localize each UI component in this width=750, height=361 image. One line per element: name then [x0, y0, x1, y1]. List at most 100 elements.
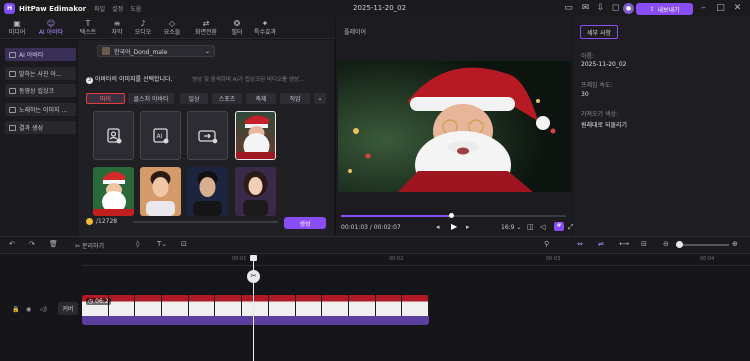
- credits-display: /12728: [86, 218, 117, 225]
- effects-icon: ✦: [261, 19, 269, 28]
- avatar-woman[interactable]: [235, 167, 276, 216]
- speaker-icon[interactable]: ◁): [40, 306, 47, 313]
- video-preview[interactable]: [338, 61, 571, 192]
- prev-frame-icon[interactable]: ◂: [436, 223, 440, 231]
- filter-custom[interactable]: 클스처 아바타: [128, 93, 174, 104]
- zoom-out-icon[interactable]: ⊖: [663, 240, 669, 248]
- maximize-icon[interactable]: □: [715, 3, 726, 14]
- clip-thumbnails: [82, 295, 429, 316]
- playback-scrubber-handle[interactable]: [448, 213, 454, 218]
- app-name: HitPaw Edimakor: [19, 4, 87, 13]
- avatar-man-smiling[interactable]: [140, 167, 181, 216]
- aspect-ratio-select[interactable]: 16:9 ⌄: [501, 224, 521, 231]
- shield-icon[interactable]: ◊: [136, 240, 139, 248]
- sidebar-item-singing-image[interactable]: 노래하는 이미지 …: [5, 103, 76, 116]
- filter-job[interactable]: 직업: [280, 93, 310, 104]
- split-button[interactable]: ✂ 분리하기: [75, 241, 104, 250]
- playhead-handle[interactable]: [250, 255, 257, 261]
- panel-divider: [133, 221, 278, 223]
- ruler-tick: 00:04: [700, 256, 715, 262]
- tab-audio[interactable]: ♪ 오디오: [128, 19, 158, 37]
- clip-frame: [135, 295, 163, 316]
- text-tool-icon[interactable]: T⌄: [157, 240, 167, 248]
- clock-icon: ◷: [88, 298, 94, 305]
- close-icon[interactable]: ✕: [732, 3, 743, 14]
- color-value[interactable]: 원래대로 되돌리기: [581, 120, 627, 129]
- tab-ai-avatar[interactable]: ☺ AI 아바타: [36, 19, 66, 37]
- tab-details[interactable]: 세부 사항: [580, 25, 618, 39]
- snapshot-icon[interactable]: ◫: [527, 223, 534, 231]
- message-icon[interactable]: ✉: [580, 3, 591, 14]
- clip-frame: [375, 295, 403, 316]
- avatar-santa-selected[interactable]: [235, 111, 276, 160]
- undo-icon[interactable]: ↶: [9, 240, 15, 248]
- filter-daily[interactable]: 일상: [180, 93, 208, 104]
- next-frame-icon[interactable]: ▸: [466, 223, 470, 231]
- menu-help[interactable]: 도움: [130, 4, 141, 13]
- avatar-santa-cartoon[interactable]: [93, 167, 134, 216]
- link-track-icon[interactable]: ⇔: [577, 240, 583, 248]
- play-icon[interactable]: ▶: [451, 222, 457, 231]
- avatar-icon: [9, 51, 16, 58]
- sidebar-item-ai-avatar[interactable]: AI 아바타: [5, 48, 76, 61]
- filter-more-chevron-icon[interactable]: ⌄: [314, 93, 326, 104]
- delete-icon[interactable]: 🗑: [49, 240, 58, 248]
- clip-duration: ◷ 06:2: [86, 298, 111, 305]
- download-icon[interactable]: ⇩: [595, 3, 606, 14]
- sidebar-item-results[interactable]: 결과 생성: [5, 121, 76, 134]
- credits-value: /12728: [96, 218, 118, 225]
- magnet-icon[interactable]: ⇌: [598, 240, 604, 248]
- export-button[interactable]: ⇧ 내보내기: [636, 3, 693, 15]
- tab-filter[interactable]: ❂ 필터: [222, 19, 252, 37]
- ruler-tick: 00:03: [546, 256, 561, 262]
- menu-settings[interactable]: 설정: [112, 4, 123, 13]
- snap-icon[interactable]: ⟷: [619, 240, 629, 248]
- microphone-icon[interactable]: ⚲: [544, 240, 549, 248]
- monitor-icon[interactable]: ▭: [563, 3, 574, 14]
- generate-button[interactable]: 생성: [284, 217, 326, 229]
- filter-festival[interactable]: 축제: [246, 93, 276, 104]
- ai-generate-tile[interactable]: AI: [140, 111, 181, 160]
- filter-sports[interactable]: 스포츠: [212, 93, 242, 104]
- user-avatar-icon[interactable]: ●: [623, 3, 634, 14]
- zoom-slider-handle[interactable]: [676, 241, 683, 248]
- zoom-in-icon[interactable]: ⊕: [732, 240, 738, 248]
- zoom-slider[interactable]: [676, 244, 729, 246]
- ruler-tick: 00:01: [232, 256, 247, 262]
- lock-icon[interactable]: 🔒: [12, 306, 19, 313]
- name-label: 이름:: [581, 53, 595, 60]
- sidebar-item-lipsync[interactable]: 동영상 립싱크: [5, 84, 76, 97]
- tab-transition[interactable]: ⇄ 화면전환: [191, 19, 221, 37]
- tab-text[interactable]: T 텍스트: [73, 19, 103, 37]
- tab-effects[interactable]: ✦ 특수효과: [250, 19, 280, 37]
- upload-photo-tile[interactable]: [93, 111, 134, 160]
- clip-frame: [268, 295, 296, 316]
- minimize-icon[interactable]: –: [698, 3, 709, 14]
- redo-icon[interactable]: ↷: [29, 240, 35, 248]
- avatar-man-dark[interactable]: [187, 167, 228, 216]
- split-playhead-icon[interactable]: ✂: [247, 270, 260, 283]
- step-title: 3 아바타의 이미지를 선택합니다.: [86, 76, 173, 84]
- fps-value: 30: [581, 91, 589, 98]
- voice-select[interactable]: 한국어_Dond_male ⌄: [97, 45, 215, 57]
- text-icon: T: [85, 19, 91, 28]
- video-clip[interactable]: ◷ 06:2: [82, 295, 429, 325]
- clip-frame: [188, 295, 216, 316]
- volume-icon[interactable]: ◁: [540, 223, 545, 231]
- crop-icon[interactable]: ⊡: [181, 240, 187, 248]
- main-menu: 파일 설정 도움: [94, 4, 141, 13]
- eye-icon[interactable]: ◉: [26, 306, 31, 313]
- tab-elements[interactable]: ◇ 요소들: [157, 19, 187, 37]
- voice-avatar-icon: [102, 47, 110, 55]
- cover-button[interactable]: 커버: [58, 302, 78, 315]
- grid-icon[interactable]: #: [554, 222, 564, 231]
- svg-text:AI: AI: [156, 133, 162, 140]
- fit-icon[interactable]: ⊟: [641, 240, 647, 248]
- menu-file[interactable]: 파일: [94, 4, 105, 13]
- video-avatar-tile[interactable]: [187, 111, 228, 160]
- media-icon: ▣: [13, 19, 21, 28]
- sidebar-item-talking-photo[interactable]: 말하는 사진 아…: [5, 67, 76, 80]
- filter-mine[interactable]: 마이: [86, 93, 125, 104]
- chat-icon[interactable]: ◻: [610, 3, 621, 14]
- tab-media[interactable]: ▣ 미디어: [2, 19, 32, 37]
